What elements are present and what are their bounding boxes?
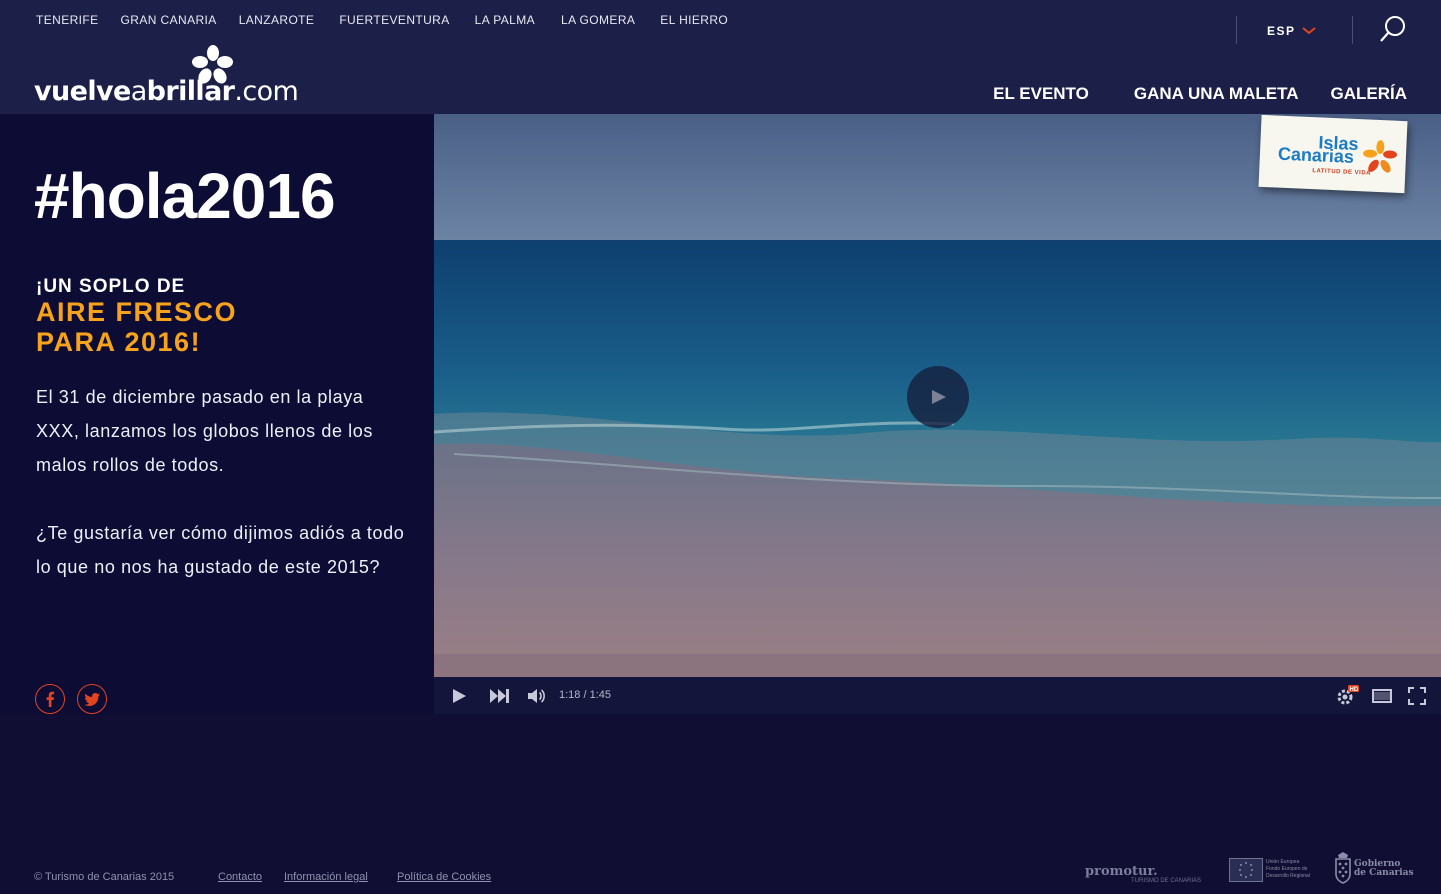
video-play-button[interactable] [448,677,470,714]
intro-panel: #hola2016 ¡UN SOPLO DE AIRE FRESCO PARA … [0,114,434,714]
play-icon [932,390,946,404]
promotur-subtitle: TURISMO DE CANARIAS [1131,878,1202,884]
badge-text: Canarias [1277,143,1355,167]
facebook-share-button[interactable] [35,684,65,714]
skip-next-icon [490,688,509,703]
chevron-down-icon [1301,27,1316,35]
eu-logo[interactable]: Unión Europea Fondo Europeo de Desarroll… [1229,852,1310,884]
eu-label: Unión Europea [1266,859,1300,865]
video-volume-button[interactable] [526,677,548,714]
coat-of-arms-icon [1335,852,1351,884]
header-divider [1236,16,1237,44]
eu-text: Unión Europea Fondo Europeo de Desarroll… [1266,859,1310,880]
gobierno-label: de Canarias [1354,868,1414,878]
video-play-overlay-button[interactable] [907,366,969,428]
gear-icon: HD [1337,684,1359,704]
theater-mode-icon [1372,688,1392,703]
island-link-fuerteventura[interactable]: FUERTEVENTURA [339,13,449,27]
headline-line: AIRE FRESCO [36,297,238,327]
volume-icon [528,688,545,703]
language-label: ESP [1267,24,1296,38]
video-fullscreen-button[interactable] [1405,677,1429,714]
play-icon [453,688,466,703]
header-divider [1352,16,1353,44]
eu-flag-icon [1229,858,1263,882]
fullscreen-icon [1408,686,1426,705]
island-link-el-hierro[interactable]: EL HIERRO [660,13,728,27]
logo-wordmark: vuelveabrillar.com [34,76,299,107]
copyright: © Turismo de Canarias 2015 [34,871,175,883]
footer-link-cookies[interactable]: Política de Cookies [397,871,491,883]
canarias-flower-icon [1363,140,1398,173]
site-footer: © Turismo de Canarias 2015 Contacto Info… [0,852,1441,894]
twitter-share-button[interactable] [77,684,107,714]
gobierno-text: Gobierno de Canarias [1354,860,1414,878]
island-link-gran-canaria[interactable]: GRAN CANARIA [121,13,217,27]
video-settings-button[interactable]: HD [1334,677,1360,714]
island-link-la-gomera[interactable]: LA GOMERA [561,13,635,27]
footer-link-informacion-legal[interactable]: Información legal [284,871,368,883]
question-paragraph: ¿Te gustaría ver cómo dijimos adiós a to… [36,523,405,577]
video-controls: 1:18 / 1:45 HD [434,677,1441,714]
islas-canarias-badge: Islas Canarias LATITUD DE VIDA [1258,114,1408,194]
island-link-tenerife[interactable]: TENERIFE [36,13,99,27]
video-player[interactable]: Islas Canarias LATITUD DE VIDA 1:18 / 1:… [434,114,1441,714]
gobierno-canarias-logo[interactable]: Gobierno de Canarias [1334,852,1414,886]
facebook-icon [46,691,55,707]
nav-galeria[interactable]: GALERÍA [1331,84,1408,104]
hashtag-title: #hola2016 [34,160,336,232]
headline: AIRE FRESCO PARA 2016! [36,297,237,357]
search-button[interactable] [1378,14,1408,44]
promotur-wordmark: promotur. [1085,864,1158,879]
hd-badge: HD [1350,687,1359,693]
main-nav: EL EVENTO GANA UNA MALETA GALERÍA [993,84,1407,104]
nav-gana-una-maleta[interactable]: GANA UNA MALETA [1134,84,1299,104]
video-time: 1:18 / 1:45 [559,689,611,701]
promotur-logo[interactable]: promotur. TURISMO DE CANARIAS [1085,862,1201,890]
footer-link-contacto[interactable]: Contacto [218,871,262,883]
twitter-icon [84,692,100,706]
island-link-la-palma[interactable]: LA PALMA [475,13,535,27]
language-selector[interactable]: ESP [1267,24,1316,38]
eu-sublabel: Desarrollo Regional [1266,873,1310,879]
video-theater-button[interactable] [1370,677,1394,714]
video-next-button[interactable] [488,677,512,714]
site-logo[interactable]: vuelveabrillar.com [34,44,299,107]
eu-sublabel: Fondo Europeo de [1266,866,1308,872]
nav-el-evento[interactable]: EL EVENTO [993,84,1089,104]
island-link-lanzarote[interactable]: LANZAROTE [239,13,315,27]
intro-paragraph: El 31 de diciembre pasado en la playa XX… [36,387,373,475]
kicker-text: ¡UN SOPLO DE [36,276,186,297]
headline-line: PARA 2016! [36,327,202,357]
site-header: TENERIFE GRAN CANARIA LANZAROTE FUERTEVE… [0,0,1441,114]
islands-nav: TENERIFE GRAN CANARIA LANZAROTE FUERTEVE… [36,13,750,27]
search-icon [1380,16,1405,42]
